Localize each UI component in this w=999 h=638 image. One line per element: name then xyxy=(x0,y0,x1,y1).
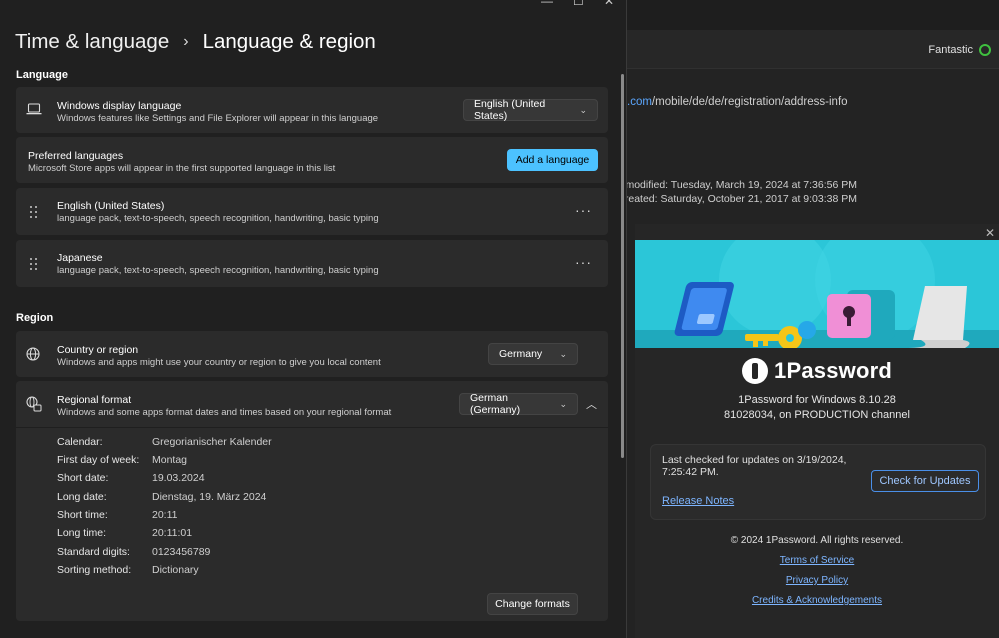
language-item-english[interactable]: English (United States) language pack, t… xyxy=(16,188,608,235)
chevron-down-icon: ⌄ xyxy=(559,398,567,409)
preferred-languages-subtitle: Microsoft Store apps will appear in the … xyxy=(28,163,336,174)
drag-handle-icon[interactable] xyxy=(30,206,38,220)
release-notes-link[interactable]: Release Notes xyxy=(662,495,734,507)
watchtower-status[interactable]: Fantastic xyxy=(928,44,991,56)
country-subtitle: Windows and apps might use your country … xyxy=(57,357,381,368)
format-value: Montag xyxy=(152,454,188,466)
language-features: language pack, text-to-speech, speech re… xyxy=(57,265,379,276)
onepassword-logo-icon xyxy=(742,358,769,384)
about-dialog: ✕ 1Password 1Password for Windows 8.10.2… xyxy=(635,224,999,638)
chevron-right-icon: › xyxy=(183,33,189,50)
format-value: Dienstag, 19. März 2024 xyxy=(152,491,267,503)
format-value: 0123456789 xyxy=(152,546,211,558)
format-row-short-date: Short date: 19.03.2024 xyxy=(57,472,205,484)
format-key: Calendar: xyxy=(57,436,103,448)
title-bar xyxy=(624,0,999,30)
last-checked-text: Last checked for updates on 3/19/2024, 7… xyxy=(662,454,847,478)
format-row-short-time: Short time: 20:11 xyxy=(57,509,178,521)
credit-card-icon xyxy=(674,282,734,336)
display-language-value: English (United States) xyxy=(474,98,546,122)
regional-format-value: German (Germany) xyxy=(470,392,521,416)
status-ok-icon xyxy=(979,44,991,56)
display-language-subtitle: Windows features like Settings and File … xyxy=(57,113,379,124)
format-row-calendar: Calendar: Gregorianischer Kalender xyxy=(57,436,272,448)
format-key: Short date: xyxy=(57,472,109,484)
app-name: 1Password xyxy=(774,358,892,383)
close-icon[interactable]: ✕ xyxy=(985,226,995,240)
laptop-icon xyxy=(26,102,42,121)
banner-art xyxy=(635,240,999,348)
display-language-card: Windows display language Windows feature… xyxy=(16,87,608,133)
breadcrumb-parent[interactable]: Time & language xyxy=(15,30,169,54)
credits-link[interactable]: Credits & Acknowledgements xyxy=(635,595,999,606)
created-date: created: Saturday, October 21, 2017 at 9… xyxy=(619,193,857,205)
region-section-heading: Region xyxy=(16,312,54,324)
country-select[interactable]: Germany ⌄ xyxy=(488,343,578,365)
breadcrumb: Time & language › Language & region xyxy=(15,30,376,54)
drag-handle-icon[interactable] xyxy=(30,258,38,272)
language-features: language pack, text-to-speech, speech re… xyxy=(57,213,379,224)
page-title: Language & region xyxy=(202,30,376,53)
website-url[interactable]: .com/mobile/de/de/registration/address-i… xyxy=(627,96,848,108)
terms-link[interactable]: Terms of Service xyxy=(635,555,999,566)
globe-icon xyxy=(26,347,40,366)
build-channel: 81028034, on PRODUCTION channel xyxy=(724,409,910,421)
format-key: Standard digits: xyxy=(57,546,130,558)
regional-format-icon xyxy=(26,396,42,417)
check-for-updates-button[interactable]: Check for Updates xyxy=(871,470,979,492)
settings-window: — ☐ ✕ Time & language › Language & regio… xyxy=(0,0,627,638)
display-language-title: Windows display language xyxy=(57,100,182,112)
language-section-heading: Language xyxy=(16,69,68,81)
format-value: 19.03.2024 xyxy=(152,472,205,484)
format-key: Short time: xyxy=(57,509,108,521)
app-version: 1Password for Windows 8.10.28 xyxy=(738,394,896,406)
language-name: English (United States) xyxy=(57,200,165,212)
add-language-button[interactable]: Add a language xyxy=(507,149,598,171)
chevron-down-icon: ⌄ xyxy=(559,348,567,359)
format-row-sorting: Sorting method: Dictionary xyxy=(57,564,199,576)
regional-format-title: Regional format xyxy=(57,394,132,406)
preferred-languages-card: Preferred languages Microsoft Store apps… xyxy=(16,137,608,183)
status-label: Fantastic xyxy=(928,44,973,56)
language-name: Japanese xyxy=(57,252,103,264)
country-value: Germany xyxy=(499,348,543,360)
format-value: Gregorianischer Kalender xyxy=(152,436,272,448)
display-language-select[interactable]: English (United States) ⌄ xyxy=(463,98,598,122)
more-options-icon[interactable]: ··· xyxy=(575,254,592,270)
format-key: Long time: xyxy=(57,527,107,539)
privacy-link[interactable]: Privacy Policy xyxy=(635,575,999,586)
country-title: Country or region xyxy=(57,344,139,356)
regional-format-select[interactable]: German (Germany) ⌄ xyxy=(459,392,578,416)
format-row-standard-digits: Standard digits: 0123456789 xyxy=(57,546,210,558)
language-item-japanese[interactable]: Japanese language pack, text-to-speech, … xyxy=(16,240,608,287)
regional-format-subtitle: Windows and some apps format dates and t… xyxy=(57,407,392,418)
minimize-icon[interactable]: — xyxy=(541,0,553,8)
lock-icon xyxy=(827,290,895,340)
preferred-languages-title: Preferred languages xyxy=(28,150,124,162)
scrollbar[interactable] xyxy=(621,74,624,458)
chevron-down-icon: ⌄ xyxy=(579,104,587,115)
app-logo: 1Password xyxy=(635,358,999,384)
chevron-up-icon[interactable]: ︿ xyxy=(586,396,597,412)
format-key: Sorting method: xyxy=(57,564,132,576)
format-key: First day of week: xyxy=(57,454,140,466)
format-value: 20:11 xyxy=(152,509,178,521)
maximize-icon[interactable]: ☐ xyxy=(573,0,584,8)
url-path: /mobile/de/de/registration/address-info xyxy=(651,96,848,108)
format-key: Long date: xyxy=(57,491,107,503)
format-row-long-time: Long time: 20:11:01 xyxy=(57,527,192,539)
modified-date: modified: Tuesday, March 19, 2024 at 7:3… xyxy=(625,179,857,191)
format-value: Dictionary xyxy=(152,564,199,576)
update-panel: Last checked for updates on 3/19/2024, 7… xyxy=(650,444,986,520)
more-options-icon[interactable]: ··· xyxy=(575,202,592,218)
format-row-first-day: First day of week: Montag xyxy=(57,454,187,466)
about-banner-illustration xyxy=(635,240,999,348)
copyright-text: © 2024 1Password. All rights reserved. xyxy=(730,535,904,546)
country-region-card: Country or region Windows and apps might… xyxy=(16,331,608,377)
close-window-icon[interactable]: ✕ xyxy=(604,0,614,8)
change-formats-button[interactable]: Change formats xyxy=(487,593,578,615)
format-value: 20:11:01 xyxy=(152,527,193,539)
format-row-long-date: Long date: Dienstag, 19. März 2024 xyxy=(57,491,266,503)
url-host[interactable]: .com xyxy=(627,96,652,108)
